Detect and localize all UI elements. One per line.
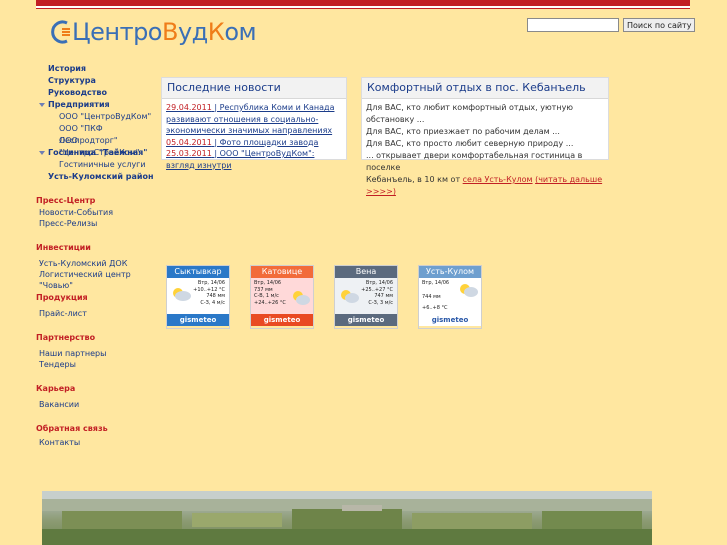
weather-body: Втр, 14/06 744 мм +6..+8 °C <box>419 278 481 314</box>
search-input[interactable] <box>527 18 619 32</box>
gismeteo-logo: gismeteo <box>419 314 481 326</box>
weather-body: Втр, 14/06 737 мм С-В, 1 м/с +24..+26 °C <box>251 278 313 314</box>
weather-temp: +24..+26 °C <box>254 299 286 306</box>
link-price-list[interactable]: Прайс-лист <box>36 308 158 319</box>
news-item[interactable]: 29.04.2011 | Республика Коми и Канада ра… <box>166 102 342 137</box>
gismeteo-logo: gismeteo <box>167 314 229 326</box>
weather-city: Сыктывкар <box>167 266 229 278</box>
weather-day: Втр, 14/06 <box>422 280 450 286</box>
gismeteo-logo: gismeteo <box>335 314 397 326</box>
link-dok[interactable]: Усть-Куломский ДОК <box>36 258 158 269</box>
weather-day: Втр, 14/06 <box>365 280 393 286</box>
site-logo[interactable]: ЦентроВудКом <box>48 16 257 48</box>
rest-panel: Комфортный отдых в пос. Кебанъель Для ВА… <box>361 77 609 196</box>
section-career: Карьера <box>36 384 76 393</box>
weather-widget-syktyvkar[interactable]: Сыктывкар Втр, 14/06 +10..+12 °C 748 мм … <box>166 265 230 329</box>
nav-hotel[interactable]: Гостиница "Таёжная" <box>36 147 158 159</box>
rest-line: ... открывает двери комфортабельная гост… <box>366 151 583 172</box>
weather-temp: +6..+8 °C <box>422 304 448 311</box>
sidebar-nav: История Структура Руководство Предприяти… <box>36 63 158 448</box>
weather-city: Вена <box>335 266 397 278</box>
rest-line: Для ВАС, кто любит комфортный отдых, уют… <box>366 103 574 124</box>
link-vacancies[interactable]: Вакансии <box>36 399 158 410</box>
nav-district[interactable]: Усть-Куломский район <box>36 171 158 183</box>
news-panel: Последние новости 29.04.2011 | Республик… <box>161 77 347 170</box>
nav-enterprises[interactable]: Предприятия <box>36 99 158 111</box>
weather-pressure: 744 мм <box>422 294 441 300</box>
weather-day: Втр, 14/06 <box>197 280 225 286</box>
weather-widget-katowice[interactable]: Катовице Втр, 14/06 737 мм С-В, 1 м/с +2… <box>250 265 314 329</box>
weather-city: Усть-Кулом <box>419 266 481 278</box>
link-contacts[interactable]: Контакты <box>36 437 158 448</box>
weather-widget-vienna[interactable]: Вена Втр, 14/06 +25..+27 °C 747 мм С-З, … <box>334 265 398 329</box>
gismeteo-logo: gismeteo <box>251 314 313 326</box>
partly-cloudy-icon <box>460 284 478 297</box>
logo-icon <box>48 20 70 44</box>
landscape-image <box>42 491 652 545</box>
nav-structure[interactable]: Структура <box>36 75 158 87</box>
rest-line: Для ВАС, кто просто любит северную приро… <box>366 139 574 148</box>
link-tenders[interactable]: Тендеры <box>36 359 158 370</box>
partly-cloudy-icon <box>293 291 310 305</box>
weather-wind: С-З, 4 м/с <box>200 299 225 306</box>
rest-line-last: Кебанъель, в 10 км от села Усть-Кулом (ч… <box>366 175 603 196</box>
section-feedback: Обратная связь <box>36 424 108 433</box>
weather-city: Катовице <box>251 266 313 278</box>
top-bar-line <box>36 8 690 9</box>
weather-wind: С-З, 3 м/с <box>368 299 393 306</box>
news-item[interactable]: 05.04.2011 | Фото площадки завода <box>166 137 342 149</box>
section-investments: Инвестиции <box>36 243 91 252</box>
nav-lesprodtorg[interactable]: ООО "ПКФ Леспродторг" <box>36 123 158 145</box>
rest-panel-title: Комфортный отдых в пос. Кебанъель <box>362 78 608 99</box>
rest-line: Для ВАС, кто приезжает по рабочим делам … <box>366 127 560 136</box>
weather-day: Втр, 14/06 <box>254 280 282 286</box>
nav-history[interactable]: История <box>36 63 158 75</box>
news-item[interactable]: 25.03.2011 | ООО "ЦентроВудКом": взгляд … <box>166 148 342 171</box>
partly-cloudy-icon <box>341 290 359 303</box>
link-news-events[interactable]: Новости-События <box>36 207 158 218</box>
weather-widget-ust-kulom[interactable]: Усть-Кулом Втр, 14/06 744 мм +6..+8 °C g… <box>418 265 482 329</box>
nav-management[interactable]: Руководство <box>36 87 158 99</box>
section-press: Пресс-Центр <box>36 196 96 205</box>
link-logistic-center[interactable]: Логистический центр "Човью" <box>36 269 158 290</box>
search-button[interactable]: Поиск по сайту <box>623 18 696 32</box>
section-products: Продукция <box>36 293 88 302</box>
logo-text: ЦентроВудКом <box>72 18 257 46</box>
link-partners[interactable]: Наши партнеры <box>36 348 158 359</box>
link-press-releases[interactable]: Пресс-Релизы <box>36 218 158 229</box>
partly-cloudy-icon <box>173 288 191 301</box>
link-ust-kulom[interactable]: села Усть-Кулом <box>463 175 533 184</box>
aerial-photo <box>42 491 652 545</box>
nav-centrowoodcom[interactable]: ООО "ЦентроВудКом" <box>36 111 158 123</box>
search-form: Поиск по сайту <box>527 18 696 32</box>
section-partnership: Партнерство <box>36 333 96 342</box>
weather-body: Втр, 14/06 +25..+27 °C 747 мм С-З, 3 м/с <box>335 278 397 314</box>
news-panel-title: Последние новости <box>162 78 346 99</box>
weather-body: Втр, 14/06 +10..+12 °C 748 мм С-З, 4 м/с <box>167 278 229 314</box>
nav-hotel-services[interactable]: Гостиничные услуги <box>36 159 158 171</box>
